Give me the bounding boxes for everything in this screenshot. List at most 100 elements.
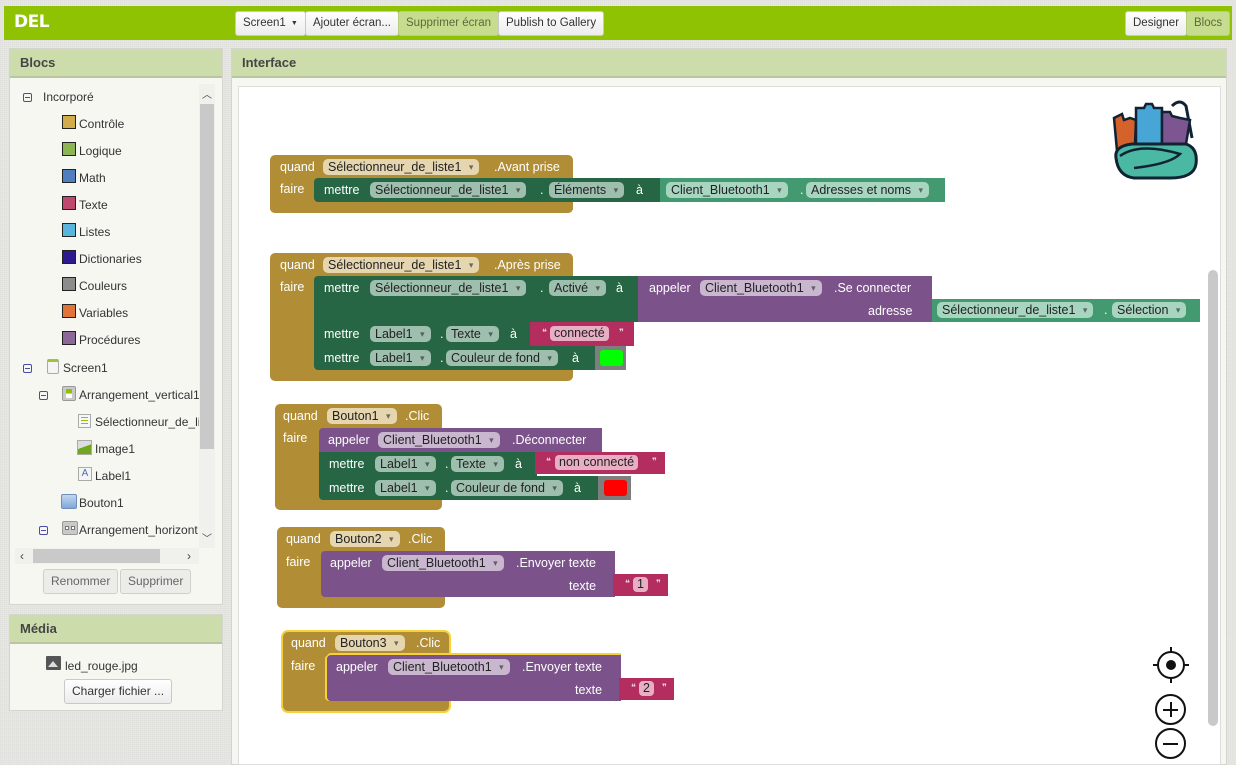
screen-select[interactable]: Screen1 ▼	[235, 11, 306, 36]
button-icon	[61, 494, 77, 509]
set-keyword: mettre	[329, 457, 365, 471]
component-dropdown[interactable]: Bouton2	[330, 531, 400, 547]
method-call-block[interactable]: appeler Client_Bluetooth1 .Déconnecter	[319, 428, 602, 452]
property-dropdown[interactable]: Couleur de fond	[451, 480, 563, 496]
category-listes[interactable]: Listes	[62, 222, 110, 242]
tree-horizontal-scrollbar[interactable]: ‹ ›	[15, 548, 199, 564]
component-dropdown[interactable]: Client_Bluetooth1	[700, 280, 822, 296]
component-dropdown[interactable]: Label1	[370, 326, 431, 342]
category-color-icon	[62, 223, 76, 237]
workspace-scrollbar[interactable]	[1208, 270, 1218, 726]
method-call-block[interactable]: appeler Client_Bluetooth1 .Se connecter …	[638, 276, 932, 322]
text-block[interactable]: ❝ 1 ❞	[613, 574, 668, 596]
category-variables[interactable]: Variables	[62, 303, 128, 323]
getter-block[interactable]: Sélectionneur_de_liste1 . Sélection	[932, 299, 1200, 322]
component-dropdown[interactable]: Bouton3	[335, 635, 405, 651]
component-dropdown[interactable]: Label1	[375, 480, 436, 496]
component-dropdown[interactable]: Client_Bluetooth1	[666, 182, 788, 198]
to-keyword: à	[572, 351, 579, 365]
category-dictionaries[interactable]: Dictionaries	[62, 249, 142, 269]
add-screen-button[interactable]: Ajouter écran...	[305, 11, 399, 36]
component-dropdown[interactable]: Sélectionneur_de_liste1	[370, 182, 527, 198]
property-dropdown[interactable]: Activé	[549, 280, 607, 296]
listpicker-icon	[78, 414, 91, 428]
setter-block[interactable]: mettre Sélectionneur_de_liste1 . Élément…	[314, 178, 662, 202]
category-texte[interactable]: Texte	[62, 195, 108, 215]
media-panel: Média led_rouge.jpg Charger fichier ...	[9, 614, 223, 711]
component-dropdown[interactable]: Sélectionneur_de_liste1	[370, 280, 527, 296]
backpack-icon[interactable]	[1110, 98, 1202, 182]
do-keyword: faire	[280, 182, 305, 196]
collapse-icon[interactable]	[23, 93, 32, 102]
component-dropdown[interactable]: Label1	[370, 350, 431, 366]
scroll-left-icon[interactable]: ‹	[20, 548, 24, 564]
property-dropdown[interactable]: Couleur de fond	[446, 350, 558, 366]
property-dropdown[interactable]: Adresses et noms	[806, 182, 930, 198]
category-color-icon	[62, 115, 76, 129]
category-procédures[interactable]: Procédures	[62, 330, 140, 350]
text-value[interactable]: connecté	[550, 326, 609, 341]
component-dropdown[interactable]: Sélectionneur_de_liste1	[323, 257, 480, 273]
text-value[interactable]: 1	[633, 577, 648, 592]
dot: .	[445, 481, 449, 495]
dot: .	[440, 351, 444, 365]
when-keyword: quand	[283, 409, 318, 423]
scrollbar-thumb[interactable]	[200, 104, 214, 449]
rename-button[interactable]: Renommer	[43, 569, 119, 594]
publish-gallery-button[interactable]: Publish to Gallery	[498, 11, 605, 36]
category-contrôle[interactable]: Contrôle	[62, 114, 124, 134]
scroll-down-icon[interactable]: ﹀	[199, 530, 215, 545]
blocks-button[interactable]: Blocs	[1186, 11, 1231, 36]
scroll-right-icon[interactable]: ›	[187, 548, 191, 564]
category-logique[interactable]: Logique	[62, 141, 122, 161]
setter-block[interactable]: mettre Sélectionneur_de_liste1 . Activé …	[314, 276, 640, 322]
setter-block[interactable]: mettre Label1 . Couleur de fond à	[319, 476, 602, 500]
property-dropdown[interactable]: Texte	[451, 456, 504, 472]
text-value[interactable]: non connecté	[555, 455, 639, 470]
component-dropdown[interactable]: Client_Bluetooth1	[378, 432, 500, 448]
category-math[interactable]: Math	[62, 168, 106, 188]
collapse-icon[interactable]	[23, 364, 32, 373]
text-block[interactable]: ❝ 2 ❞	[619, 678, 674, 700]
text-block[interactable]: ❝ non connecté ❞	[535, 452, 665, 474]
component-dropdown[interactable]: Client_Bluetooth1	[388, 659, 510, 675]
component-dropdown[interactable]: Label1	[375, 456, 436, 472]
color-swatch[interactable]	[604, 480, 627, 496]
collapse-icon[interactable]	[39, 526, 48, 535]
upload-file-button[interactable]: Charger fichier ...	[64, 679, 173, 704]
remove-screen-button[interactable]: Supprimer écran	[398, 11, 500, 36]
delete-button[interactable]: Supprimer	[120, 569, 192, 594]
property-dropdown[interactable]: Sélection	[1112, 302, 1187, 318]
color-block-red[interactable]	[598, 476, 631, 500]
color-swatch[interactable]	[600, 350, 623, 366]
property-dropdown[interactable]: Éléments	[549, 182, 625, 198]
text-value[interactable]: 2	[639, 681, 654, 696]
component-dropdown[interactable]: Sélectionneur_de_liste1	[937, 302, 1094, 318]
color-block-green[interactable]	[595, 346, 626, 370]
getter-block[interactable]: Client_Bluetooth1 . Adresses et noms	[660, 178, 945, 202]
component-dropdown[interactable]: Client_Bluetooth1	[382, 555, 504, 571]
category-color-icon	[62, 277, 76, 291]
setter-block[interactable]: mettre Label1 . Texte à	[319, 452, 537, 476]
category-couleurs[interactable]: Couleurs	[62, 276, 127, 296]
scroll-up-icon[interactable]: ︿	[199, 86, 215, 101]
setter-block[interactable]: mettre Label1 . Couleur de fond à	[314, 346, 597, 370]
designer-button[interactable]: Designer	[1125, 11, 1188, 36]
zoom-out-icon[interactable]	[1155, 728, 1186, 759]
category-label: Variables	[79, 306, 129, 320]
method-call-block[interactable]: appeler Client_Bluetooth1 .Envoyer texte…	[321, 551, 615, 597]
category-label: Listes	[79, 225, 111, 239]
component-dropdown[interactable]: Bouton1	[327, 408, 397, 424]
text-block[interactable]: ❝ connecté ❞	[530, 322, 634, 346]
setter-block[interactable]: mettre Label1 . Texte à	[314, 322, 532, 346]
collapse-icon[interactable]	[39, 391, 48, 400]
recenter-icon[interactable]	[1153, 647, 1189, 683]
scrollbar-thumb[interactable]	[33, 549, 160, 563]
method-call-block[interactable]: appeler Client_Bluetooth1 .Envoyer texte…	[327, 655, 621, 701]
media-file[interactable]: led_rouge.jpg	[65, 659, 138, 673]
component-dropdown[interactable]: Sélectionneur_de_liste1	[323, 159, 480, 175]
property-dropdown[interactable]: Texte	[446, 326, 499, 342]
tree-vertical-scrollbar[interactable]: ︿ ﹀	[199, 84, 215, 548]
zoom-in-icon[interactable]	[1155, 694, 1186, 725]
to-keyword: à	[510, 327, 517, 341]
